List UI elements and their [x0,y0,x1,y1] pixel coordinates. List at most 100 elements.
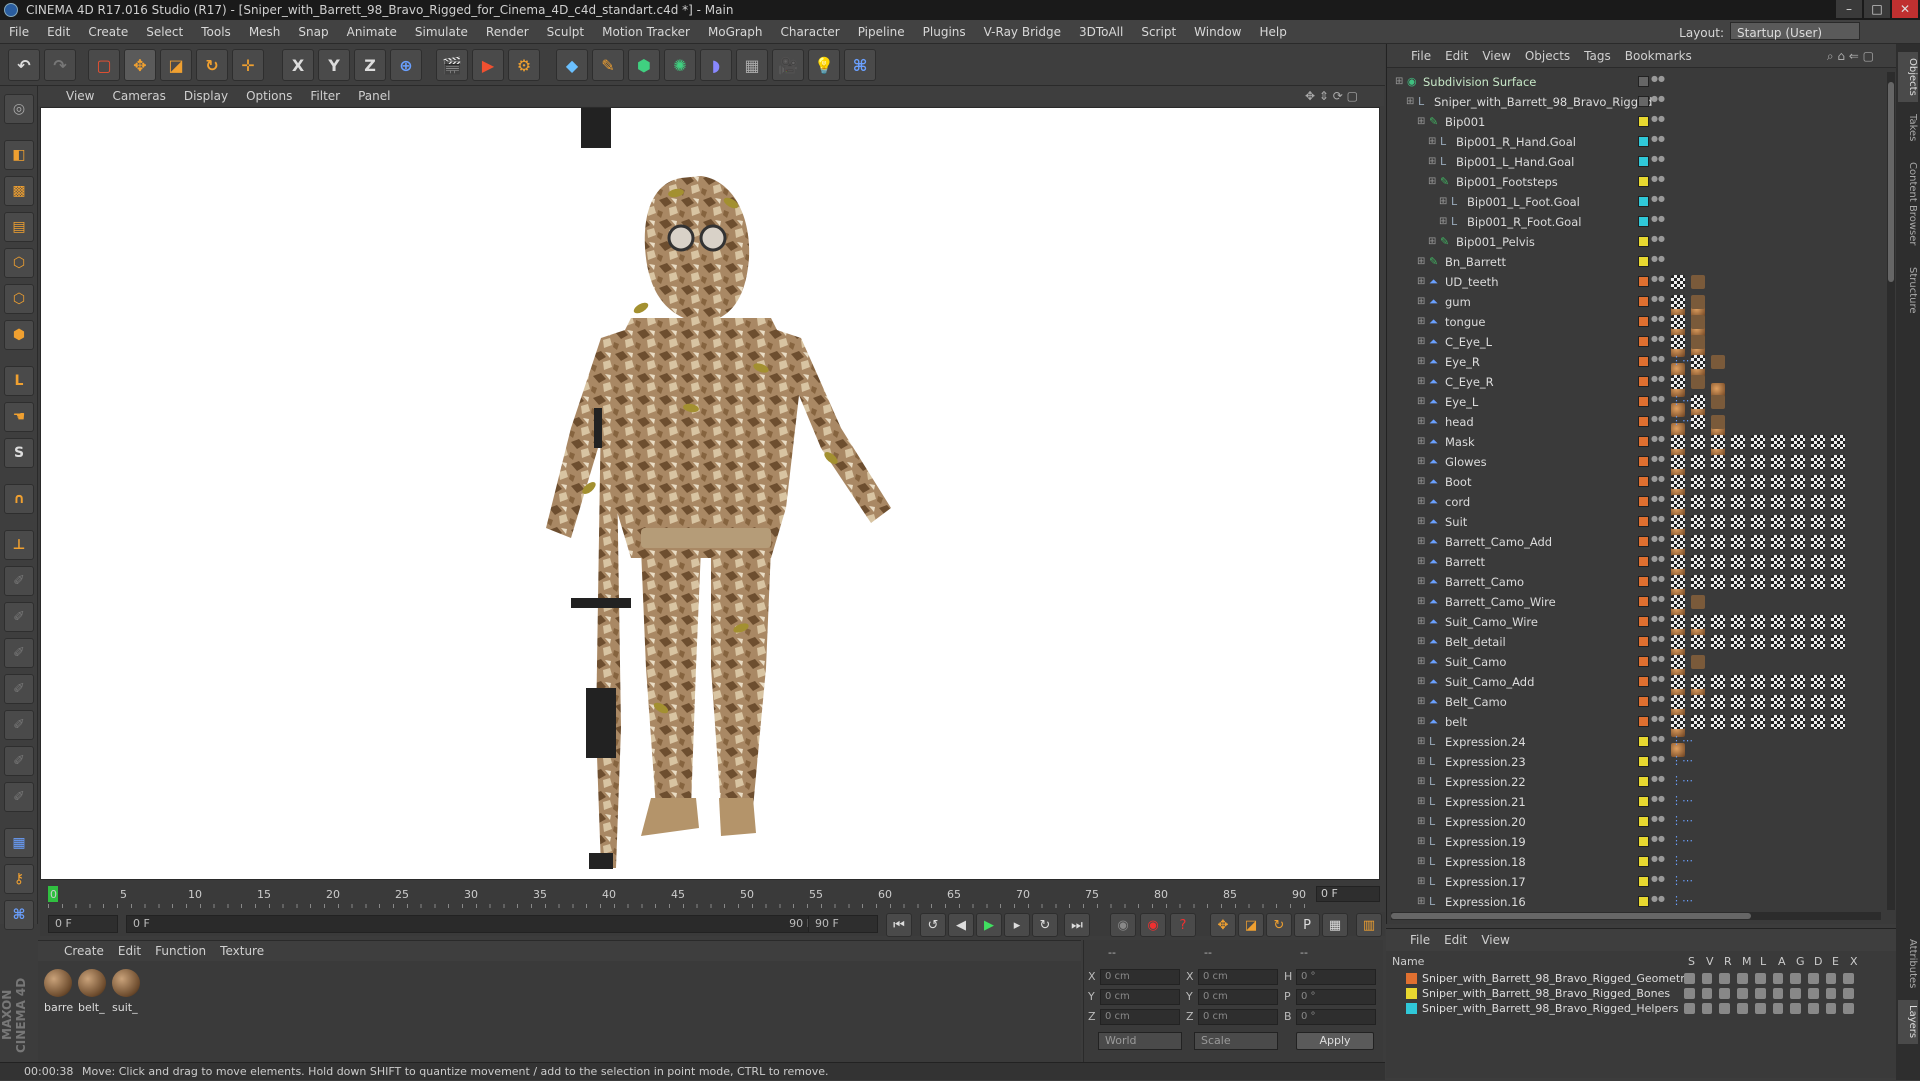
texture-tag-icon[interactable] [1711,475,1725,489]
layer-color-swatch[interactable] [1638,696,1649,707]
object-row[interactable]: ⏶ ⊞ Barrett ●● [1387,552,1887,597]
layer-color-swatch[interactable] [1638,196,1649,207]
texture-tag-icon[interactable] [1791,495,1805,509]
texture-tag-icon[interactable] [1671,335,1685,349]
layer-color-swatch[interactable] [1638,856,1649,867]
texture-tag-icon[interactable] [1671,495,1685,509]
layer-color-swatch[interactable] [1638,276,1649,287]
texture-tag-icon[interactable] [1791,515,1805,529]
previous-frame-icon[interactable]: ◀ [948,913,974,937]
texture-tag-icon[interactable] [1691,675,1705,689]
texture-tag-icon[interactable] [1711,635,1725,649]
texture-tag-icon[interactable] [1671,275,1685,289]
object-row[interactable]: ⏶ ⊞ tongue ●● [1387,312,1887,357]
object-row[interactable]: L ⊞ Bip001_L_Hand.Goal ●● [1387,152,1887,172]
visibility-dots[interactable]: ●● [1651,175,1665,189]
visibility-dots[interactable]: ●● [1651,415,1665,429]
texture-tag-icon[interactable] [1791,455,1805,469]
layer-color-swatch[interactable] [1638,736,1649,747]
start-frame-field[interactable]: 0 F [48,915,118,933]
menu-script[interactable]: Script [1132,20,1185,44]
visibility-dots[interactable]: ●● [1651,275,1665,289]
visibility-dots[interactable]: ●● [1651,735,1665,749]
visibility-dots[interactable]: ●● [1651,755,1665,769]
texture-tag-icon[interactable] [1731,495,1745,509]
pose-tool-icon[interactable]: ✐ [4,782,34,812]
material-menu-create[interactable]: Create [64,944,104,958]
side-tab-structure[interactable]: Structure [1898,260,1918,320]
render-view-icon[interactable]: 🎬 [436,49,468,81]
visibility-dots[interactable]: ●● [1651,135,1665,149]
object-row[interactable]: L ⊞ Expression.21 ●● ⋮⋯ [1387,792,1887,812]
layer-flag-toggle-icon[interactable] [1807,1003,1819,1014]
weight-tool-icon[interactable]: ✐ [4,638,34,668]
layer-color-swatch[interactable] [1638,676,1649,687]
layer-row[interactable]: Sniper_with_Barrett_98_Bravo_Rigged_Help… [1406,1001,1886,1016]
layer-flag-toggle-icon[interactable] [1790,973,1801,984]
frame-range-slider[interactable]: 0 F 90 F [126,915,826,933]
visibility-dots[interactable]: ●● [1651,855,1665,869]
visibility-dots[interactable]: ●● [1651,155,1665,169]
texture-tag-icon[interactable] [1771,715,1785,729]
layer-color-swatch[interactable] [1638,96,1649,107]
size-x-field[interactable]: 0 cm [1198,969,1278,985]
texture-tag-icon[interactable] [1791,675,1805,689]
layer-flag-toggle-icon[interactable] [1843,1003,1855,1014]
visibility-dots[interactable]: ●● [1651,715,1665,729]
texture-tag-icon[interactable] [1771,455,1785,469]
expression-tag-icon[interactable]: ⋮⋯ [1671,735,1693,749]
object-row[interactable]: ⏶ ⊞ Barrett_Camo_Wire ●● [1387,592,1887,637]
layer-color-swatch[interactable] [1638,596,1649,607]
expand-toggle-icon[interactable]: ⊞ [1428,152,1436,172]
visibility-dots[interactable]: ●● [1651,815,1665,829]
texture-tag-icon[interactable] [1731,515,1745,529]
texture-tag-icon[interactable] [1811,635,1825,649]
object-menu-bookmarks[interactable]: Bookmarks [1625,49,1692,63]
texture-tag-icon[interactable] [1771,575,1785,589]
texture-tag-icon[interactable] [1671,635,1685,649]
texture-tag-icon[interactable] [1751,555,1765,569]
texture-tag-icon[interactable] [1671,695,1685,709]
layer-color-swatch[interactable] [1638,76,1649,87]
texture-preview-tag-icon[interactable] [1691,275,1705,289]
next-frame-icon[interactable]: ▸ [1004,913,1030,937]
menu-snap[interactable]: Snap [289,20,337,44]
menu-mograph[interactable]: MoGraph [699,20,772,44]
layer-color-swatch[interactable] [1638,376,1649,387]
layer-flag-toggle-icon[interactable] [1754,973,1766,984]
object-row[interactable]: ⏶ ⊞ Barrett_Camo_Add ●● [1387,532,1887,577]
object-row[interactable]: ⏶ ⊞ Eye_L ●● ⋮⋯ [1387,392,1887,437]
end-frame-field[interactable]: 90 F [808,915,878,933]
object-row[interactable]: ⏶ ⊞ gum ●● [1387,292,1887,337]
visibility-dots[interactable]: ●● [1651,115,1665,129]
expression-tag-icon[interactable]: ⋮⋯ [1671,795,1693,809]
menu-select[interactable]: Select [137,20,192,44]
expand-toggle-icon[interactable]: ⊞ [1417,292,1425,312]
texture-tag-icon[interactable] [1711,555,1725,569]
expand-toggle-icon[interactable]: ⊞ [1417,552,1425,572]
layer-color-swatch[interactable] [1638,436,1649,447]
object-menu-objects[interactable]: Objects [1525,49,1570,63]
layer-menu-edit[interactable]: Edit [1444,933,1467,947]
texture-tag-icon[interactable] [1751,515,1765,529]
expand-toggle-icon[interactable]: ⊞ [1439,192,1447,212]
menu-tools[interactable]: Tools [192,20,240,44]
texture-tag-icon[interactable] [1691,575,1705,589]
go-to-previous-key-icon[interactable]: ↺ [920,913,946,937]
object-row[interactable]: L ⊞ Expression.23 ●● ⋮⋯ [1387,752,1887,772]
object-row[interactable]: ✎ ⊞ Bip001_Pelvis ●● [1387,232,1887,252]
layer-color-swatch[interactable] [1638,396,1649,407]
layer-color-swatch[interactable] [1638,816,1649,827]
go-to-next-key-icon[interactable]: ↻ [1032,913,1058,937]
menu-sculpt[interactable]: Sculpt [538,20,593,44]
layer-flag-toggle-icon[interactable] [1825,988,1837,999]
lock-icon[interactable]: ⚷ [4,864,34,894]
layer-color-swatch[interactable] [1638,236,1649,247]
texture-tag-icon[interactable] [1731,675,1745,689]
expression-tag-icon[interactable]: ⋮⋯ [1671,755,1693,769]
layer-flag-toggle-icon[interactable] [1825,973,1837,984]
viewport-menu-view[interactable]: View [66,89,94,103]
render-settings-icon[interactable]: ⚙ [508,49,540,81]
texture-preview-tag-icon[interactable] [1691,295,1705,309]
layer-color-swatch[interactable] [1638,836,1649,847]
